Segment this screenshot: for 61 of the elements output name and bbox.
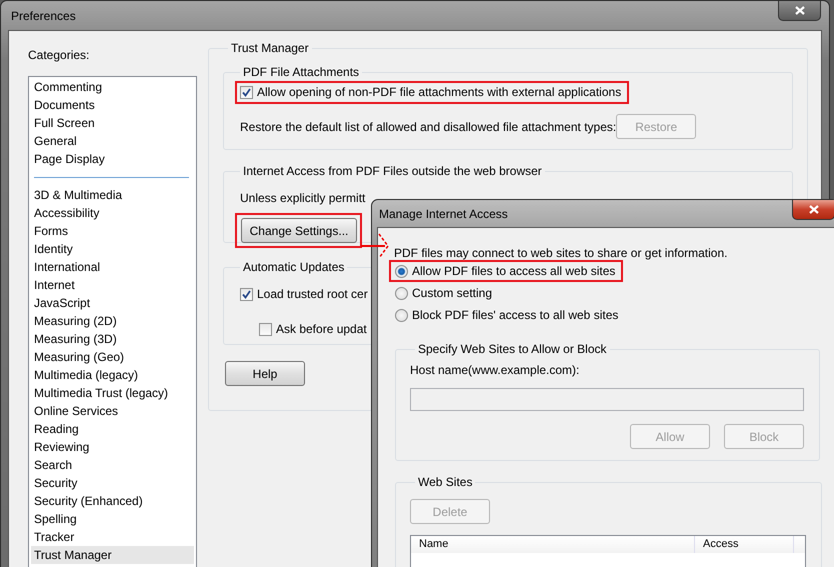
category-item[interactable]: Trust Manager <box>31 546 194 564</box>
category-item[interactable]: Full Screen <box>31 114 194 132</box>
category-item[interactable]: Security (Enhanced) <box>31 492 194 510</box>
window-title: Preferences <box>11 9 76 23</box>
category-item[interactable]: Multimedia (legacy) <box>31 366 194 384</box>
column-header[interactable]: Name <box>411 536 695 553</box>
category-item[interactable]: Multimedia Trust (legacy) <box>31 384 194 402</box>
category-item[interactable]: Internet <box>31 276 194 294</box>
category-item[interactable]: Accessibility <box>31 204 194 222</box>
radio-label[interactable]: Allow PDF files to access all web sites <box>412 264 616 278</box>
checkbox[interactable] <box>240 86 253 98</box>
column-header[interactable]: Access <box>695 536 794 553</box>
category-item[interactable]: Documents <box>31 96 194 114</box>
list-label: Categories: <box>28 48 90 64</box>
category-item[interactable]: Measuring (Geo) <box>31 348 194 366</box>
category-item[interactable]: Spelling <box>31 510 194 528</box>
group-title: Specify Web Sites to Allow or Block <box>417 342 608 356</box>
category-item[interactable]: Page Display <box>31 150 194 168</box>
category-item[interactable]: General <box>31 132 194 150</box>
radio-label[interactable]: Custom setting <box>412 286 492 300</box>
window-title: Manage Internet Access <box>379 207 508 221</box>
category-item[interactable]: Measuring (3D) <box>31 330 194 348</box>
category-item[interactable]: Search <box>31 456 194 474</box>
radio-button[interactable] <box>395 286 408 300</box>
category-item[interactable]: Reading <box>31 420 194 438</box>
category-item[interactable]: Security <box>31 474 194 492</box>
description-text: Unless explicitly permitt <box>240 191 366 205</box>
checkbox[interactable] <box>240 288 253 300</box>
close-icon <box>808 205 818 214</box>
checkbox[interactable] <box>259 322 272 336</box>
checkbox-label[interactable]: Load trusted root cer <box>257 287 368 301</box>
category-item[interactable]: Forms <box>31 222 194 240</box>
radio-button[interactable] <box>395 264 408 278</box>
checkbox-label[interactable]: Allow opening of non-PDF file attachments with external applications <box>257 85 622 99</box>
radio-label[interactable]: Block PDF files' access to all web sites <box>412 308 618 322</box>
category-item[interactable]: Commenting <box>31 78 194 96</box>
category-item[interactable]: Reviewing <box>31 438 194 456</box>
description-text: PDF files may connect to web sites to share or get information. <box>394 246 728 260</box>
input-field[interactable] <box>410 388 804 411</box>
category-item[interactable]: International <box>31 258 194 276</box>
close-button[interactable] <box>778 1 821 21</box>
close-icon <box>794 6 804 15</box>
callout-arrow <box>361 234 389 258</box>
category-item[interactable]: Tracker <box>31 528 194 546</box>
instruction-text: Restore the default list of allowed and disallowed file attachment types: <box>240 120 616 134</box>
group-title: Trust Manager <box>230 41 310 55</box>
radio-button[interactable] <box>395 308 408 322</box>
category-item[interactable]: Identity <box>31 240 194 258</box>
category-item[interactable]: 3D & Multimedia <box>31 186 194 204</box>
group-title: Automatic Updates <box>242 260 346 274</box>
close-button[interactable] <box>792 200 834 220</box>
group-title: PDF File Attachments <box>242 65 360 79</box>
group-title: Web Sites <box>417 475 474 489</box>
help-button[interactable]: Help <box>225 361 305 386</box>
category-item[interactable]: Measuring (2D) <box>31 312 194 330</box>
group-title: Internet Access from PDF Files outside the web browser <box>242 164 543 178</box>
category-item[interactable]: Online Services <box>31 402 194 420</box>
category-item[interactable]: JavaScript <box>31 294 194 312</box>
change-settings-button[interactable]: Change Settings... <box>241 218 357 243</box>
checkbox-label[interactable]: Ask before updat <box>276 322 367 336</box>
field-label: Host name(www.example.com): <box>410 363 580 377</box>
